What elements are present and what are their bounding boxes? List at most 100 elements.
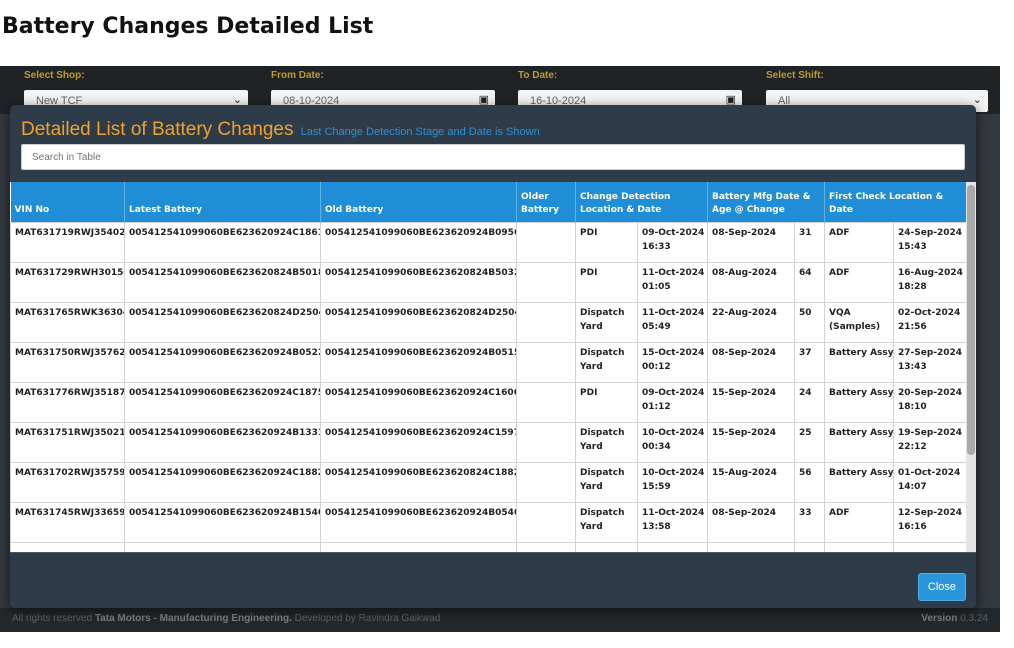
header-latest-battery[interactable]: Latest Battery bbox=[124, 182, 321, 222]
cell-vin: MAT631702RWJ35759 bbox=[10, 461, 125, 503]
cell-first-check-location: ADF bbox=[824, 261, 894, 303]
search-input[interactable] bbox=[21, 144, 965, 170]
cell-latest-battery: 005412541099060BE623620924C18754 bbox=[124, 381, 321, 423]
header-change-detection[interactable]: Change Detection Location & Date bbox=[575, 182, 708, 222]
cell-age-at-change: 25 bbox=[794, 421, 825, 463]
cell-detection-location: PDI bbox=[575, 261, 638, 303]
empty-cell bbox=[10, 541, 125, 552]
empty-cell bbox=[320, 541, 517, 552]
cell-old-battery: 005412541099060BE623620924B05152 bbox=[320, 341, 517, 383]
cell-old-battery: 005412541099060BE623620924B09567 bbox=[320, 221, 517, 263]
empty-cell bbox=[575, 541, 638, 552]
modal-subtitle: Last Change Detection Stage and Date is … bbox=[300, 126, 540, 138]
cell-latest-battery: 005412541099060BE623620924B13315 bbox=[124, 421, 321, 463]
cell-age-at-change: 50 bbox=[794, 301, 825, 343]
cell-detection-location: Dispatch Yard bbox=[575, 461, 638, 503]
cell-first-check-date: 24-Sep-2024 15:43 bbox=[892, 221, 968, 263]
footer: All rights reserved Tata Motors - Manufa… bbox=[0, 608, 1000, 632]
table-row: MAT631702RWJ35759 005412541099060BE623620… bbox=[10, 461, 968, 503]
table-row: MAT631729RWH30150 005412541099060BE623620… bbox=[10, 261, 968, 303]
cell-latest-battery: 005412541099060BE623620924C18826 bbox=[124, 461, 321, 503]
page-title: Battery Changes Detailed List bbox=[2, 14, 374, 39]
cell-vin: MAT631765RWK36304 bbox=[10, 301, 125, 343]
cell-first-check-date: 16-Aug-2024 18:28 bbox=[892, 261, 968, 303]
modal-title: Detailed List of Battery Changes bbox=[21, 119, 294, 140]
cell-old-battery: 005412541099060BE623620924C15971 bbox=[320, 421, 517, 463]
version-number: 0.3.24 bbox=[960, 613, 988, 624]
empty-cell bbox=[637, 541, 708, 552]
version-label: Version bbox=[921, 613, 958, 624]
cell-old-battery: 005412541099060BE623620824C18826 bbox=[320, 461, 517, 503]
cell-first-check-date: 19-Sep-2024 22:12 bbox=[892, 421, 968, 463]
table-row: MAT631751RWJ35021 005412541099060BE623620… bbox=[10, 421, 968, 463]
close-button[interactable]: Close bbox=[917, 573, 966, 601]
cell-old-battery: 005412541099060BE623620824B50324 bbox=[320, 261, 517, 303]
cell-older-battery bbox=[516, 221, 576, 263]
cell-age-at-change: 33 bbox=[794, 501, 825, 543]
cell-first-check-date: 01-Oct-2024 14:07 bbox=[892, 461, 968, 503]
chevron-down-icon: ⌄ bbox=[972, 94, 982, 106]
cell-first-check-location: Battery Assy bbox=[824, 341, 894, 383]
table-row bbox=[10, 541, 968, 552]
cell-first-check-location: Battery Assy bbox=[824, 461, 894, 503]
cell-first-check-location: ADF bbox=[824, 501, 894, 543]
cell-mfg-date: 15-Sep-2024 bbox=[707, 421, 795, 463]
cell-older-battery bbox=[516, 301, 576, 343]
empty-cell bbox=[892, 541, 968, 552]
header-vin[interactable]: VIN No bbox=[10, 182, 125, 222]
cell-first-check-location: ADF bbox=[824, 221, 894, 263]
footer-rights: All rights reserved bbox=[12, 613, 93, 624]
cell-first-check-date: 12-Sep-2024 16:16 bbox=[892, 501, 968, 543]
from-date-filter: From Date: 08-10-2024 ▣ bbox=[271, 70, 495, 112]
table-scrollbar[interactable] bbox=[966, 182, 976, 552]
cell-detection-date: 15-Oct-2024 00:12 bbox=[637, 341, 708, 383]
cell-first-check-location: Battery Assy bbox=[824, 381, 894, 423]
cell-detection-location: Dispatch Yard bbox=[575, 501, 638, 543]
cell-first-check-location: Battery Assy bbox=[824, 421, 894, 463]
battery-table-container[interactable]: VIN No Latest Battery Old Battery Older B… bbox=[10, 182, 976, 552]
cell-detection-location: Dispatch Yard bbox=[575, 421, 638, 463]
cell-detection-date: 11-Oct-2024 01:05 bbox=[637, 261, 708, 303]
modal-footer: Close bbox=[10, 552, 976, 608]
cell-older-battery bbox=[516, 421, 576, 463]
header-first-check[interactable]: First Check Location & Date bbox=[824, 182, 968, 222]
empty-cell bbox=[794, 541, 825, 552]
cell-mfg-date: 15-Sep-2024 bbox=[707, 381, 795, 423]
header-older-battery[interactable]: Older Battery bbox=[516, 182, 576, 222]
cell-age-at-change: 24 bbox=[794, 381, 825, 423]
cell-age-at-change: 64 bbox=[794, 261, 825, 303]
footer-company: Tata Motors - Manufacturing Engineering. bbox=[94, 613, 292, 624]
cell-latest-battery: 005412541099060BE623620924C18615 bbox=[124, 221, 321, 263]
cell-older-battery bbox=[516, 261, 576, 303]
empty-cell bbox=[516, 541, 576, 552]
cell-age-at-change: 31 bbox=[794, 221, 825, 263]
cell-detection-location: PDI bbox=[575, 221, 638, 263]
cell-mfg-date: 08-Sep-2024 bbox=[707, 501, 795, 543]
cell-first-check-location: VQA (Samples) bbox=[824, 301, 894, 343]
cell-first-check-date: 20-Sep-2024 18:10 bbox=[892, 381, 968, 423]
cell-older-battery bbox=[516, 341, 576, 383]
cell-detection-date: 09-Oct-2024 16:33 bbox=[637, 221, 708, 263]
shop-filter: Select Shop: New TCF ⌄ bbox=[24, 70, 248, 112]
cell-vin: MAT631729RWH30150 bbox=[10, 261, 125, 303]
table-header-row: VIN No Latest Battery Old Battery Older B… bbox=[10, 182, 968, 222]
cell-vin: MAT631776RWJ35187 bbox=[10, 381, 125, 423]
empty-cell bbox=[124, 541, 321, 552]
cell-age-at-change: 37 bbox=[794, 341, 825, 383]
table-row: MAT631745RWJ33659 005412541099060BE623620… bbox=[10, 501, 968, 543]
cell-old-battery: 005412541099060BE623620924B05401 bbox=[320, 501, 517, 543]
cell-vin: MAT631719RWJ35402 bbox=[10, 221, 125, 263]
footer-version: Version 0.3.24 bbox=[921, 613, 988, 624]
cell-detection-date: 11-Oct-2024 13:58 bbox=[637, 501, 708, 543]
shop-filter-label: Select Shop: bbox=[24, 70, 85, 81]
header-battery-mfg[interactable]: Battery Mfg Date & Age @ Change bbox=[707, 182, 825, 222]
empty-cell bbox=[824, 541, 894, 552]
header-old-battery[interactable]: Old Battery bbox=[320, 182, 517, 222]
to-date-label: To Date: bbox=[518, 70, 558, 81]
cell-vin: MAT631750RWJ35762 bbox=[10, 341, 125, 383]
cell-mfg-date: 08-Sep-2024 bbox=[707, 341, 795, 383]
table-row: MAT631765RWK36304 005412541099060BE623620… bbox=[10, 301, 968, 343]
table-body: MAT631719RWJ35402 005412541099060BE623620… bbox=[10, 221, 968, 552]
cell-vin: MAT631745RWJ33659 bbox=[10, 501, 125, 543]
scrollbar-thumb[interactable] bbox=[967, 185, 975, 455]
